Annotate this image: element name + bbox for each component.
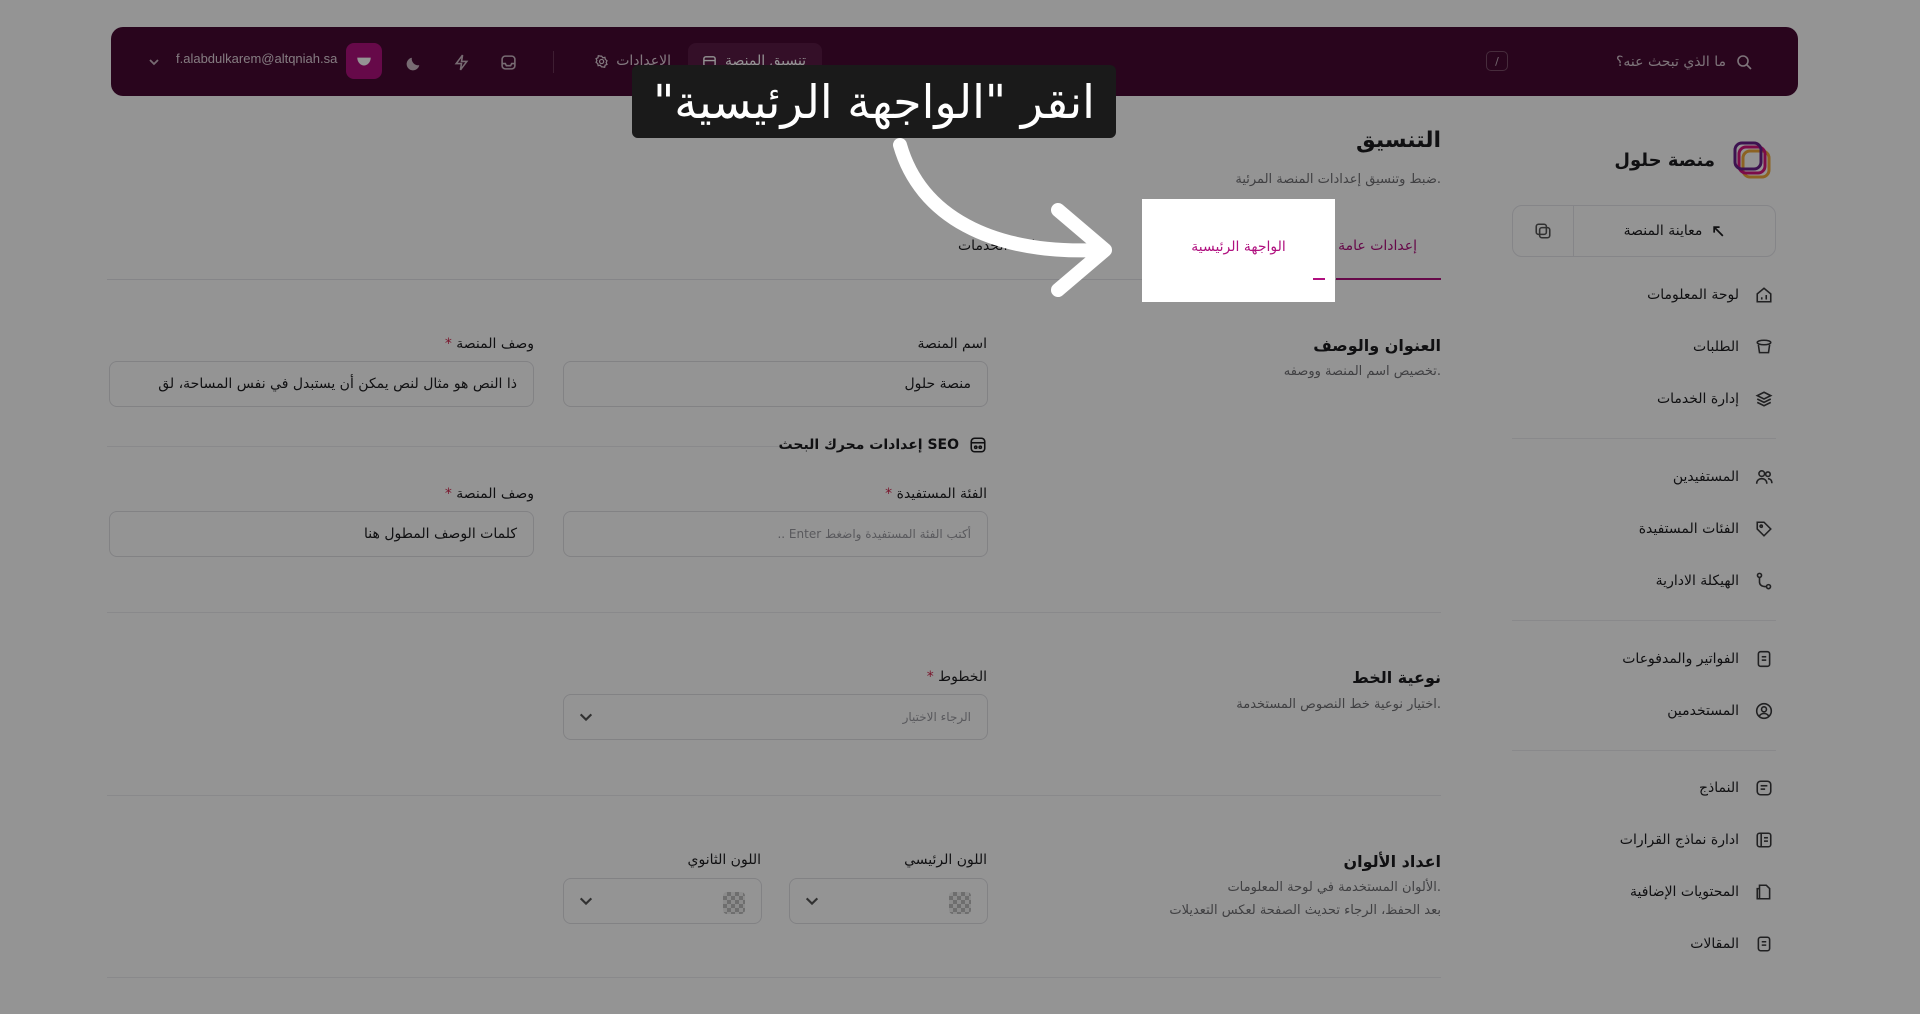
tutorial-callout: انقر "الواجهة الرئيسية" xyxy=(632,65,1116,138)
tab-home-interface[interactable]: الواجهة الرئيسية xyxy=(1142,239,1335,255)
tutorial-callout-text: انقر "الواجهة الرئيسية" xyxy=(653,74,1095,129)
arrow-pointer-icon xyxy=(893,138,1112,297)
highlight-underline xyxy=(1313,278,1325,280)
